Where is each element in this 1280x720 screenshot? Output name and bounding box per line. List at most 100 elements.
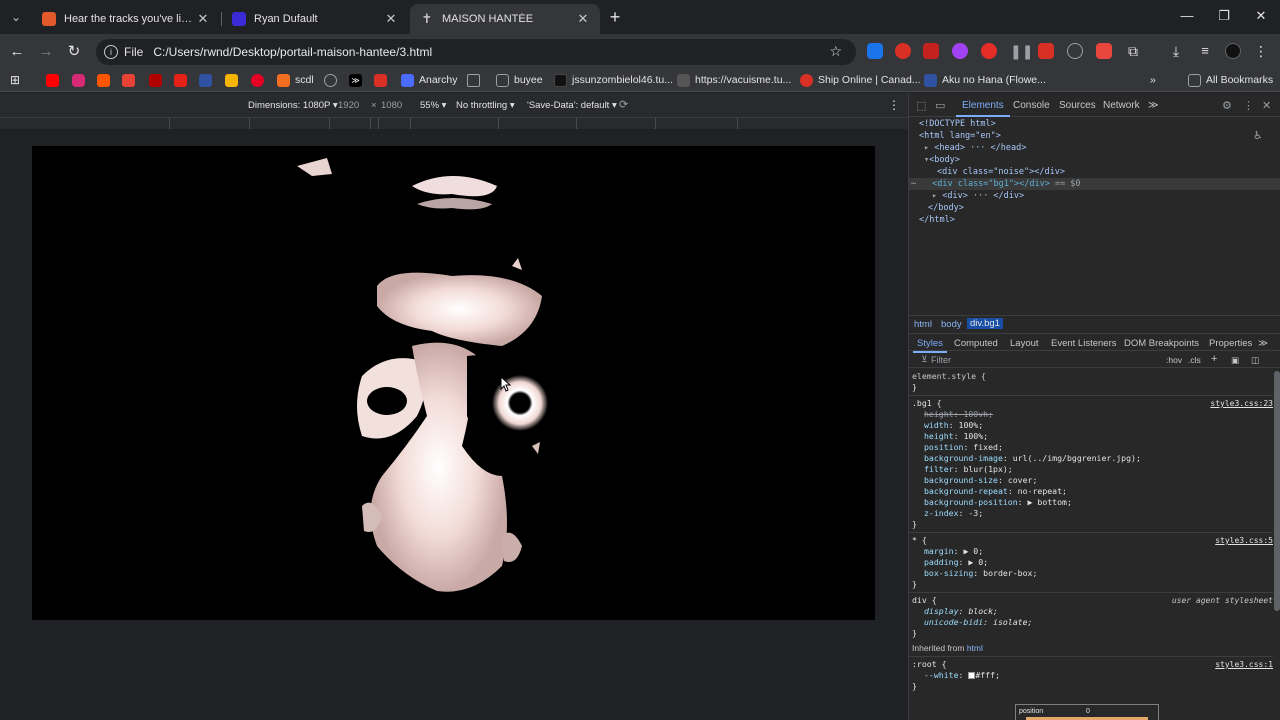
zoom-select[interactable]: 55% ▾ [420,100,446,111]
folder-icon[interactable] [467,74,480,87]
styles-filter-input[interactable]: Filter [931,355,951,365]
star-source-link[interactable]: style3.css:5 [1215,535,1273,546]
css-prop-height-struck[interactable]: height: 100vh; [924,409,993,420]
dimensions-select[interactable]: Dimensions: 1080P ▾ [248,100,338,111]
close-devtools-icon[interactable]: ✕ [1262,99,1271,112]
breadcrumb-div-bg1[interactable]: div.bg1 [967,318,1003,329]
kebab-menu-icon[interactable]: ⋮ [1253,43,1269,59]
scrollbar-thumb[interactable] [1274,371,1280,611]
box-model-position-value[interactable]: 0 [1086,708,1090,715]
computed-toggle-icon[interactable]: ▣ [1231,355,1239,366]
youtube-bookmark-icon[interactable] [46,74,59,87]
inherited-html-link[interactable]: html [967,643,983,653]
css-prop-box-sizing[interactable]: box-sizing: border-box; [924,568,1037,579]
tab-layout[interactable]: Layout [1010,338,1039,349]
root-source-link[interactable]: style3.css:1 [1215,659,1273,670]
forward-arrow-icon[interactable]: → [35,41,57,63]
throttling-select[interactable]: No throttling ▾ [456,100,515,111]
soundcloud-bookmark-icon[interactable] [97,74,110,87]
pause-icon[interactable]: ❚❚ [1010,43,1033,59]
div-selector[interactable]: div { [912,595,937,606]
all-bookmarks[interactable]: All Bookmarks [1188,72,1273,88]
inspect-element-icon[interactable]: ⬚ [916,99,926,112]
css-prop-position[interactable]: position: fixed; [924,442,1003,453]
bookmark-scdl[interactable]: scdl [277,72,314,88]
address-bar[interactable]: i File C:/Users/rwnd/Desktop/portail-mai… [96,39,856,65]
bookmark-anarchy[interactable]: Anarchy [401,72,458,88]
globe-bookmark-icon[interactable] [324,74,337,87]
bookmark-star-icon[interactable]: ☆ [829,43,842,60]
hov-toggle[interactable]: :hov [1166,355,1182,365]
restore-icon[interactable]: ❐ [1209,6,1239,26]
css-prop-width[interactable]: width: 100%; [924,420,983,431]
tab-network[interactable]: Network [1103,100,1140,111]
element-style-rule[interactable]: element.style { [912,371,986,382]
tab-properties[interactable]: Properties [1209,338,1252,349]
extension-video-icon[interactable] [923,43,939,59]
download-icon[interactable]: ⤓ [1168,43,1184,59]
css-prop-height[interactable]: height: 100%; [924,431,988,442]
youtube-extension-icon[interactable] [1038,43,1054,59]
dom-head[interactable]: ▸ <head> ··· </head> [924,142,1026,154]
css-prop-padding[interactable]: padding: ▶ 0; [924,557,988,568]
star-selector[interactable]: * { [912,535,927,546]
breadcrumb-html[interactable]: html [914,319,932,330]
accessibility-icon[interactable]: ♿ [1253,130,1263,142]
dom-div-collapsed[interactable]: ▸ <div> ··· </div> [932,190,1024,202]
info-icon[interactable]: i [104,45,118,59]
settings-gear-icon[interactable]: ⚙ [1222,99,1232,112]
pinterest-bookmark-icon[interactable] [251,74,264,87]
back-arrow-icon[interactable]: ← [6,41,28,63]
more-tabs-chevron-icon[interactable]: ≫ [1148,100,1158,111]
avatar[interactable] [1225,43,1241,59]
extensions-puzzle-icon[interactable]: ⧉ [1125,43,1141,59]
tab-search-chevron-icon[interactable]: ⌄ [6,7,26,27]
close-tab-icon[interactable]: ✕ [196,11,210,27]
css-prop-background-repeat[interactable]: background-repeat: no-repeat; [924,486,1067,497]
bookmark-r-icon[interactable] [174,74,187,87]
css-prop-background-size[interactable]: background-size: cover; [924,475,1037,486]
extension-heart-icon[interactable] [981,43,997,59]
cls-toggle[interactable]: .cls [1188,355,1201,365]
css-prop-filter[interactable]: filter: blur(1px); [924,464,1013,475]
save-data-select[interactable]: 'Save-Data': default ▾ [527,100,617,111]
tab-styles[interactable]: Styles [913,338,947,353]
terminal-bookmark-icon[interactable]: ≫ [349,74,362,87]
root-selector[interactable]: :root { [912,659,947,670]
dom-doctype[interactable]: <!DOCTYPE html> [919,118,996,130]
css-prop-display[interactable]: display: block; [924,606,998,617]
dom-div-bg1-selected[interactable]: ⋯ <div class="bg1"></div> == $0 [909,178,1280,190]
rotate-icon[interactable]: ⟳ [619,98,628,111]
more-bookmarks-chevron-icon[interactable]: » [1150,72,1156,88]
dom-div-noise[interactable]: <div class="noise"></div> [937,166,1065,178]
device-more-icon[interactable]: ⋮ [888,98,900,112]
media-controls-icon[interactable]: ≡ [1197,43,1213,59]
breadcrumb-body[interactable]: body [941,319,962,330]
instagram-bookmark-icon[interactable] [72,74,85,87]
new-tab-button[interactable]: + [605,7,625,27]
minimize-icon[interactable]: — [1172,6,1202,26]
reload-icon[interactable]: ↻ [63,41,85,63]
bookmark-buyee[interactable]: buyee [496,72,543,88]
bookmark-vacuisme[interactable]: https://vacuisme.tu... [677,72,791,88]
css-var-white[interactable]: --white: #fff; [924,670,1000,681]
css-prop-z-index[interactable]: z-index: -3; [924,508,983,519]
gmail-bookmark-icon[interactable] [122,74,135,87]
dom-body-open[interactable]: ▾<body> [924,154,960,166]
tab-sources[interactable]: Sources [1059,100,1096,111]
compass-icon[interactable] [1067,43,1083,59]
more-panes-chevron-icon[interactable]: ≫ [1258,338,1268,349]
bookmark-ship-online[interactable]: Ship Online | Canad... [800,72,921,88]
tab-console[interactable]: Console [1013,100,1050,111]
extension-shield-icon[interactable] [1096,43,1112,59]
extension-red-icon[interactable] [895,43,911,59]
tab-ryan-dufault[interactable]: Ryan Dufault ✕ [222,4,408,34]
tab-maison-hantee[interactable]: ✝ MAISON HANTÉE ✕ [410,4,600,34]
close-window-icon[interactable]: ✕ [1246,6,1276,26]
devtools-kebab-icon[interactable]: ⋮ [1243,99,1254,112]
close-tab-icon[interactable]: ✕ [576,11,590,27]
tab-elements[interactable]: Elements [956,100,1010,117]
extension-tabs-icon[interactable] [867,43,883,59]
bookmark-jssunzombie[interactable]: jssunzombielol46.tu... [554,72,673,88]
media-query-ruler[interactable] [0,117,908,129]
